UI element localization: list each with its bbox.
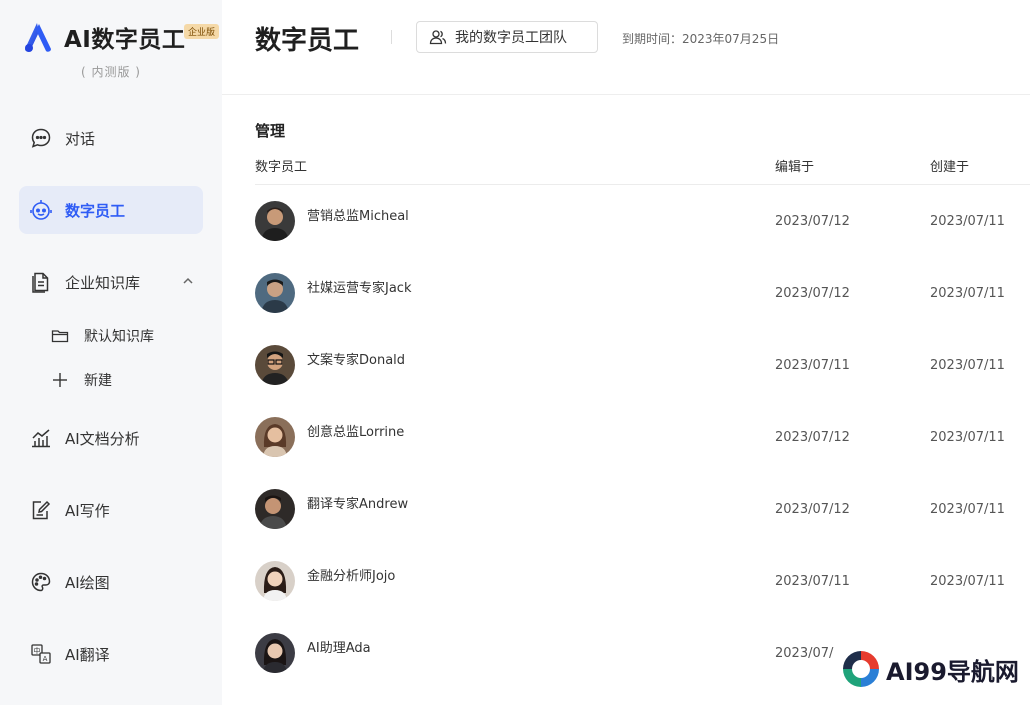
column-header-created: 创建于: [930, 160, 970, 175]
avatar: [255, 201, 295, 241]
sidebar-item-chat[interactable]: 对话: [19, 114, 203, 162]
plus-icon: [50, 370, 70, 390]
sidebar-item-label: AI绘图: [65, 573, 110, 592]
edit-icon: [29, 498, 53, 522]
brand-logo[interactable]: AI数字员工 企业版: [22, 20, 220, 54]
watermark-text: AI99导航网: [886, 657, 1019, 686]
sidebar-item-label: 对话: [65, 129, 96, 148]
robot-icon: [29, 198, 53, 222]
avatar: [255, 489, 295, 529]
table-row[interactable]: 金融分析师Jojo 2023/07/11 2023/07/11: [255, 545, 1030, 617]
employee-name[interactable]: 金融分析师Jojo: [307, 565, 395, 584]
edited-date: 2023/07/11: [775, 358, 850, 373]
table-row[interactable]: 文案专家Donald 2023/07/11 2023/07/11: [255, 329, 1030, 401]
my-team-button-label: 我的数字员工团队: [455, 30, 567, 46]
sidebar-item-ai-drawing[interactable]: AI绘图: [19, 558, 203, 606]
sidebar-item-label: AI文档分析: [65, 429, 140, 448]
sidebar-subitem-default-kb[interactable]: 默认知识库: [50, 321, 154, 351]
table-row[interactable]: 营销总监Micheal 2023/07/12 2023/07/11: [255, 185, 1030, 257]
sidebar-item-label: AI写作: [65, 501, 110, 520]
svg-text:A: A: [43, 655, 48, 663]
chat-bubble-icon: [29, 126, 53, 150]
palette-icon: [29, 570, 53, 594]
watermark: AI99导航网: [840, 648, 1019, 690]
sidebar-item-label: 数字员工: [65, 201, 126, 220]
employee-name[interactable]: 翻译专家Andrew: [307, 493, 408, 512]
created-date: 2023/07/11: [930, 502, 1005, 517]
avatar: [255, 273, 295, 313]
avatar: [255, 633, 295, 673]
brand-name: AI数字员工: [64, 27, 186, 53]
header-divider: [391, 30, 392, 44]
sidebar-item-doc-analysis[interactable]: AI文档分析: [19, 414, 203, 462]
avatar: [255, 345, 295, 385]
my-team-button[interactable]: 我的数字员工团队: [416, 21, 598, 53]
sidebar-item-label: 企业知识库: [65, 273, 141, 292]
sidebar-item-ai-translate[interactable]: 中 A AI翻译: [19, 630, 203, 678]
created-date: 2023/07/11: [930, 358, 1005, 373]
sidebar-item-ai-writing[interactable]: AI写作: [19, 486, 203, 534]
table-row[interactable]: 社媒运营专家Jack 2023/07/12 2023/07/11: [255, 257, 1030, 329]
edited-date: 2023/07/11: [775, 574, 850, 589]
sidebar-item-digital-employee[interactable]: 数字员工: [19, 186, 203, 234]
table-row[interactable]: 创意总监Lorrine 2023/07/12 2023/07/11: [255, 401, 1030, 473]
edited-date: 2023/07/12: [775, 214, 850, 229]
document-icon: [29, 270, 53, 294]
sidebar-subitem-label: 默认知识库: [84, 329, 154, 345]
column-header-edited: 编辑于: [775, 160, 815, 175]
avatar: [255, 561, 295, 601]
page-title: 数字员工: [255, 26, 360, 56]
employee-name[interactable]: 创意总监Lorrine: [307, 421, 404, 440]
edited-date: 2023/07/: [775, 646, 834, 661]
edited-date: 2023/07/12: [775, 286, 850, 301]
expiry-date: 到期时间：2023年07月25日: [622, 32, 780, 46]
beta-label: ( 内测版 ): [81, 65, 141, 79]
employee-name[interactable]: AI助理Ada: [307, 637, 371, 656]
edited-date: 2023/07/12: [775, 502, 850, 517]
employee-name[interactable]: 营销总监Micheal: [307, 205, 409, 224]
app-root: AI数字员工 企业版 ( 内测版 ) 对话 数字员工 企业知识库 默认知识库 新…: [0, 0, 1030, 705]
brand-logo-icon: [25, 23, 51, 52]
section-title: 管理: [255, 122, 286, 140]
page-header: 数字员工 我的数字员工团队 到期时间：2023年07月25日: [222, 0, 1030, 95]
translate-icon: 中 A: [29, 642, 53, 666]
created-date: 2023/07/11: [930, 430, 1005, 445]
users-icon: [429, 30, 447, 45]
sidebar: AI数字员工 企业版 ( 内测版 ) 对话 数字员工 企业知识库 默认知识库 新…: [0, 0, 222, 705]
svg-text:中: 中: [34, 646, 41, 655]
chevron-up-icon[interactable]: [181, 274, 195, 288]
sidebar-item-knowledge-base[interactable]: 企业知识库: [19, 258, 203, 306]
table-row[interactable]: 翻译专家Andrew 2023/07/12 2023/07/11: [255, 473, 1030, 545]
folder-icon: [50, 326, 70, 346]
edition-badge: 企业版: [184, 24, 220, 39]
avatar: [255, 417, 295, 457]
edited-date: 2023/07/12: [775, 430, 850, 445]
created-date: 2023/07/11: [930, 214, 1005, 229]
employee-name[interactable]: 文案专家Donald: [307, 349, 405, 368]
watermark-logo-icon: [842, 650, 880, 688]
created-date: 2023/07/11: [930, 286, 1005, 301]
sidebar-subitem-label: 新建: [84, 373, 112, 389]
employee-name[interactable]: 社媒运营专家Jack: [307, 277, 411, 296]
chart-icon: [29, 426, 53, 450]
sidebar-item-label: AI翻译: [65, 645, 110, 664]
column-header-employee: 数字员工: [255, 160, 308, 175]
created-date: 2023/07/11: [930, 574, 1005, 589]
sidebar-subitem-new[interactable]: 新建: [50, 365, 112, 395]
